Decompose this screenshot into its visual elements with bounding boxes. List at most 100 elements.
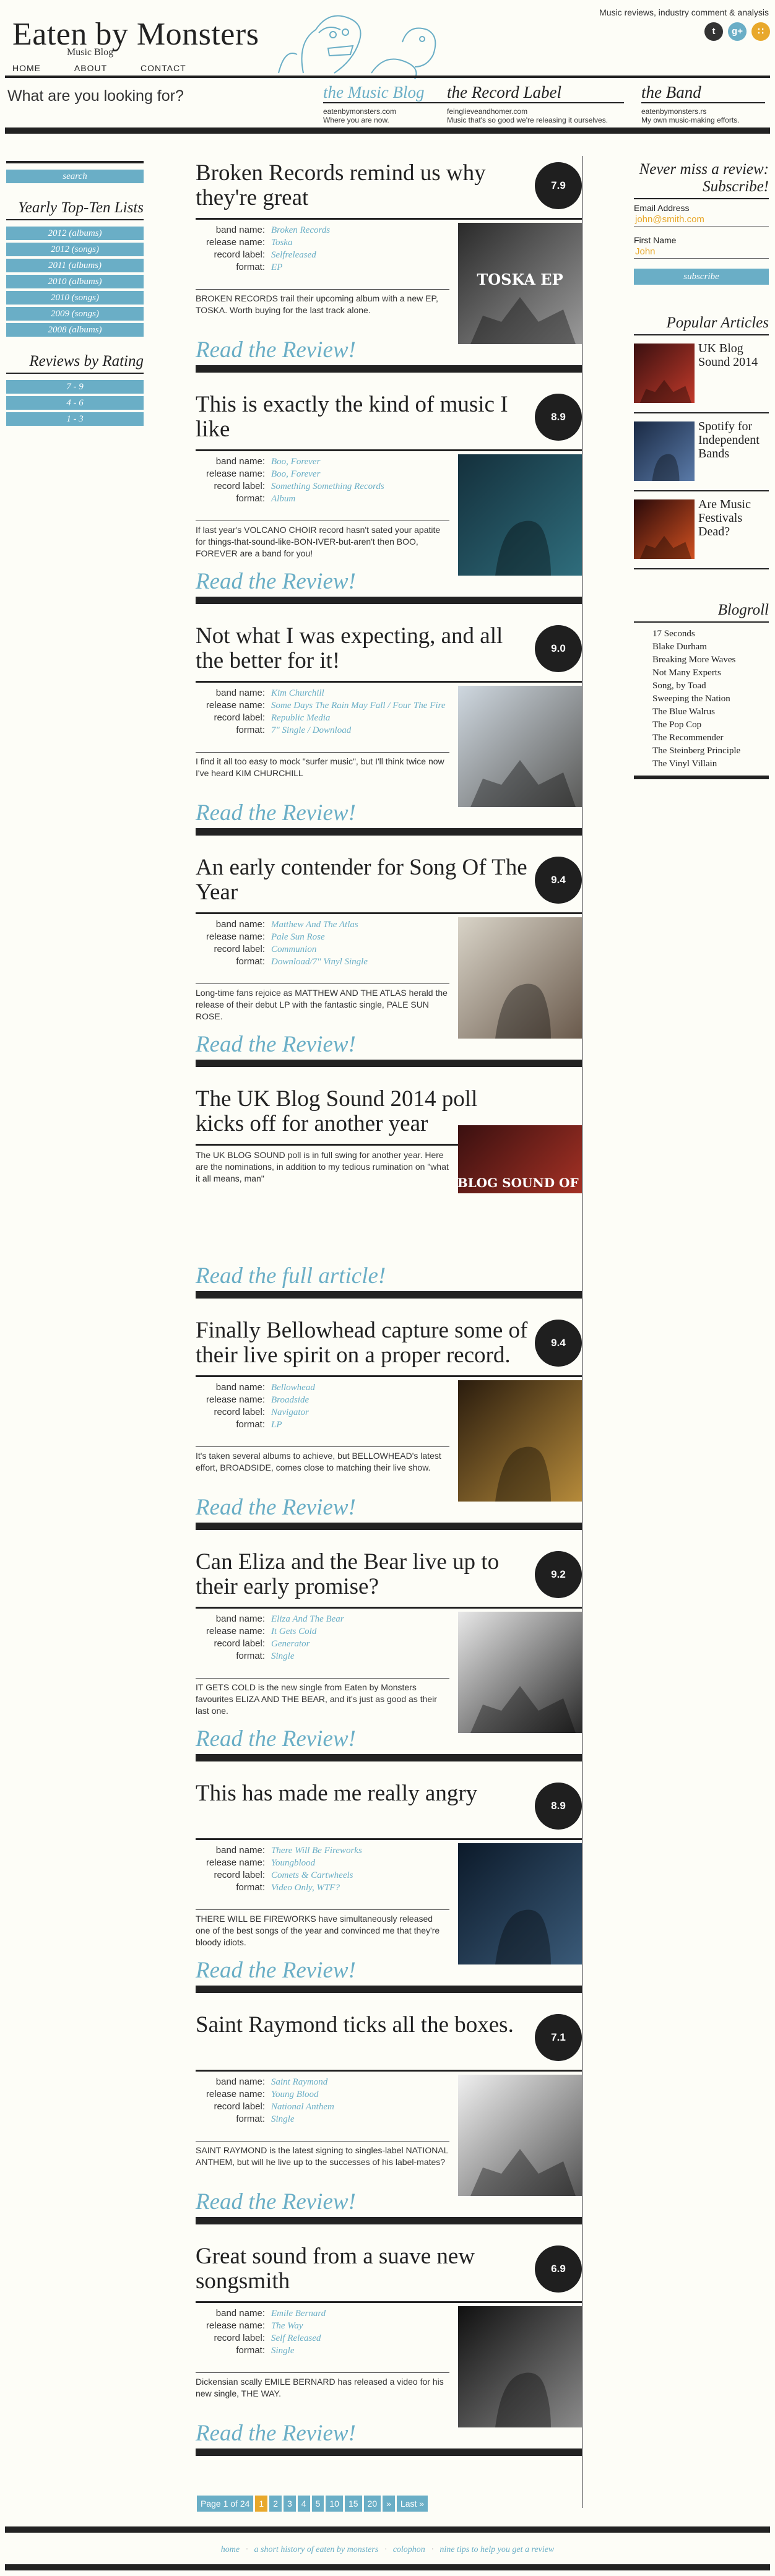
meta-value-release-name[interactable]: Youngblood: [265, 1858, 315, 1869]
meta-value-band-name[interactable]: Kim Churchill: [265, 688, 324, 699]
cover-art-image[interactable]: [634, 420, 695, 483]
meta-value-record-label[interactable]: Communion: [265, 944, 316, 955]
page-link[interactable]: 1: [255, 2496, 268, 2512]
article-title[interactable]: An early contender for Song Of The Year: [196, 850, 530, 910]
email-field[interactable]: john@smith.com: [634, 213, 769, 227]
search-button[interactable]: search: [6, 170, 144, 183]
blogroll-link[interactable]: Blake Durham: [634, 641, 769, 654]
topten-link[interactable]: 2012 (albums): [6, 227, 144, 240]
site-title[interactable]: Eaten by Monsters: [12, 16, 259, 53]
meta-value-record-label[interactable]: Something Something Records: [265, 482, 384, 492]
meta-value-format[interactable]: Download/7" Vinyl Single: [265, 957, 368, 967]
meta-value-band-name[interactable]: There Will Be Fireworks: [265, 1846, 362, 1856]
article-thumbnail[interactable]: [458, 686, 582, 807]
meta-value-format[interactable]: Video Only, WTF?: [265, 1883, 340, 1893]
blogroll-link[interactable]: The Steinberg Principle: [634, 745, 769, 758]
read-review-link[interactable]: Read the Review!: [196, 800, 356, 826]
site-link-the-band[interactable]: the Band eatenbymonsters.rs My own music…: [641, 83, 765, 124]
meta-value-release-name[interactable]: Pale Sun Rose: [265, 932, 325, 943]
popular-title[interactable]: UK Blog Sound 2014: [698, 342, 769, 369]
meta-value-record-label[interactable]: Navigator: [265, 1407, 309, 1418]
footer-link[interactable]: a short history of eaten by monsters: [254, 2545, 379, 2554]
blogroll-link[interactable]: Song, by Toad: [634, 680, 769, 693]
site-link-record-label[interactable]: the Record Label feinglieveandhomer.com …: [447, 83, 624, 124]
read-review-link[interactable]: Read the Review!: [196, 337, 356, 363]
meta-value-band-name[interactable]: Emile Bernard: [265, 2309, 326, 2319]
article-title[interactable]: This has made me really angry: [196, 1776, 530, 1836]
popular-thumbnail[interactable]: [634, 498, 695, 561]
meta-value-release-name[interactable]: Broadside: [265, 1395, 309, 1406]
blogroll-link[interactable]: The Vinyl Villain: [634, 758, 769, 771]
meta-value-format[interactable]: EP: [265, 262, 282, 273]
page-link[interactable]: Last »: [396, 2496, 428, 2512]
article-thumbnail[interactable]: THE BLOG SOUND OF 2014: [458, 1125, 582, 1193]
meta-value-release-name[interactable]: Boo, Forever: [265, 469, 320, 480]
article-thumbnail[interactable]: [458, 2075, 582, 2196]
article-title[interactable]: Broken Records remind us why they're gre…: [196, 156, 530, 215]
popular-title[interactable]: Are Music Festivals Dead?: [698, 498, 769, 538]
tumblr-icon[interactable]: t: [704, 22, 723, 41]
cover-art-image[interactable]: [634, 342, 695, 405]
google-plus-icon[interactable]: g+: [728, 22, 747, 41]
cover-art-image[interactable]: TOSKA EP: [458, 223, 582, 344]
cover-art-image[interactable]: [458, 1612, 582, 1733]
article-title[interactable]: This is exactly the kind of music I like: [196, 387, 530, 447]
meta-value-band-name[interactable]: Boo, Forever: [265, 457, 320, 467]
read-review-link[interactable]: Read the Review!: [196, 1957, 356, 1984]
nav-about[interactable]: ABOUT: [74, 63, 107, 73]
rss-icon[interactable]: ∷: [751, 22, 770, 41]
cover-art-image[interactable]: [458, 454, 582, 576]
rating-link[interactable]: 4 - 6: [6, 396, 144, 410]
article-thumbnail[interactable]: [458, 917, 582, 1039]
meta-value-record-label[interactable]: Self Released: [265, 2333, 321, 2344]
article-title[interactable]: Saint Raymond ticks all the boxes.: [196, 2008, 530, 2067]
topten-link[interactable]: 2009 (songs): [6, 307, 144, 321]
cover-art-image[interactable]: [458, 917, 582, 1039]
popular-article[interactable]: Spotify for Independent Bands: [634, 420, 769, 491]
blogroll-link[interactable]: The Recommender: [634, 732, 769, 745]
read-review-link[interactable]: Read the Review!: [196, 1031, 356, 1058]
meta-value-band-name[interactable]: Saint Raymond: [265, 2077, 327, 2088]
article-title[interactable]: Great sound from a suave new songsmith: [196, 2239, 530, 2299]
meta-value-record-label[interactable]: Selfreleased: [265, 250, 316, 261]
article-thumbnail[interactable]: [458, 454, 582, 576]
meta-value-band-name[interactable]: Bellowhead: [265, 1383, 315, 1393]
meta-value-record-label[interactable]: Generator: [265, 1639, 310, 1649]
meta-value-release-name[interactable]: Young Blood: [265, 2090, 319, 2100]
subscribe-button[interactable]: subscribe: [634, 269, 769, 285]
blogroll-link[interactable]: The Pop Cop: [634, 719, 769, 732]
blogroll-link[interactable]: Sweeping the Nation: [634, 693, 769, 706]
cover-art-image[interactable]: [634, 498, 695, 561]
meta-value-release-name[interactable]: It Gets Cold: [265, 1627, 316, 1637]
blogroll-link[interactable]: Breaking More Waves: [634, 654, 769, 667]
first-name-field[interactable]: John: [634, 245, 769, 259]
page-link[interactable]: 4: [297, 2496, 310, 2512]
article-thumbnail[interactable]: TOSKA EP: [458, 223, 582, 344]
footer-link[interactable]: colophon: [393, 2545, 425, 2554]
read-review-link[interactable]: Read the Review!: [196, 2420, 356, 2447]
topten-link[interactable]: 2010 (songs): [6, 291, 144, 305]
popular-title[interactable]: Spotify for Independent Bands: [698, 420, 769, 460]
article-thumbnail[interactable]: [458, 1612, 582, 1733]
cover-art-image[interactable]: [458, 1843, 582, 1964]
cover-art-image[interactable]: [458, 686, 582, 807]
meta-value-record-label[interactable]: Comets & Cartwheels: [265, 1870, 353, 1881]
footer-link[interactable]: home: [221, 2545, 240, 2554]
page-link[interactable]: 20: [363, 2496, 381, 2512]
popular-article[interactable]: UK Blog Sound 2014: [634, 342, 769, 413]
article-thumbnail[interactable]: [458, 1380, 582, 1502]
blogroll-link[interactable]: The Blue Walrus: [634, 706, 769, 719]
blogroll-link[interactable]: Not Many Experts: [634, 667, 769, 680]
page-link[interactable]: 10: [326, 2496, 343, 2512]
nav-contact[interactable]: CONTACT: [141, 63, 186, 73]
meta-value-format[interactable]: LP: [265, 1420, 282, 1430]
rating-link[interactable]: 1 - 3: [6, 412, 144, 426]
popular-article[interactable]: Are Music Festivals Dead?: [634, 498, 769, 569]
topten-link[interactable]: 2010 (albums): [6, 275, 144, 288]
popular-thumbnail[interactable]: [634, 420, 695, 483]
meta-value-format[interactable]: Album: [265, 494, 295, 504]
page-link[interactable]: 15: [344, 2496, 362, 2512]
article-title[interactable]: Can Eliza and the Bear live up to their …: [196, 1545, 530, 1604]
meta-value-band-name[interactable]: Eliza And The Bear: [265, 1614, 344, 1625]
meta-value-format[interactable]: Single: [265, 1651, 295, 1662]
